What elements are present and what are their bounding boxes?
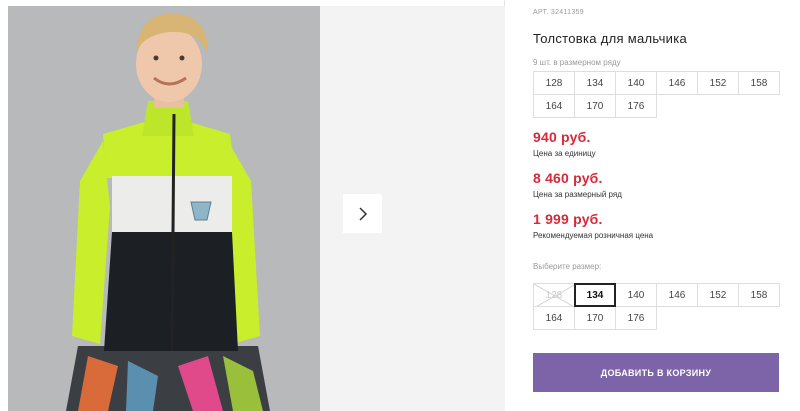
range-price-label: Цена за размерный ряд: [533, 190, 622, 199]
size-option[interactable]: 140: [615, 283, 657, 307]
size-option[interactable]: 146: [656, 283, 698, 307]
size-range-cell: 140: [615, 71, 657, 95]
size-range-cell: 128: [533, 71, 575, 95]
gallery-next-button[interactable]: [343, 194, 382, 233]
size-selector-row: 164 170 176: [533, 306, 785, 331]
size-range-cell: 176: [615, 94, 657, 118]
size-selector-row: 128 134 140 146 152 158: [533, 283, 785, 308]
size-range-cell: 170: [574, 94, 616, 118]
retail-price: 1 999 руб.: [533, 211, 603, 227]
boy-in-fleece-jacket-image: [8, 6, 320, 411]
size-range-cell: 146: [656, 71, 698, 95]
size-option[interactable]: 164: [533, 306, 575, 330]
choose-size-label: Выберите размер:: [533, 262, 602, 271]
size-range-row: 128 134 140 146 152 158: [533, 71, 785, 95]
range-price: 8 460 руб.: [533, 170, 603, 186]
retail-price-label: Рекомендуемая розничная цена: [533, 231, 654, 240]
chevron-right-icon: [358, 206, 367, 221]
product-gallery: [0, 0, 505, 411]
size-option-disabled: 128: [533, 283, 576, 308]
article-number: АРТ. 32411359: [533, 9, 584, 16]
product-title: Толстовка для мальчика: [533, 31, 688, 46]
size-option-selected[interactable]: 134: [574, 283, 616, 307]
size-option[interactable]: 158: [738, 283, 780, 307]
size-range-cell: 164: [533, 94, 575, 118]
size-range-cell: 158: [738, 71, 780, 95]
unavailable-cross-icon: [534, 284, 576, 308]
size-range-cell: 152: [697, 71, 739, 95]
size-range-row: 164 170 176: [533, 94, 785, 119]
size-range-grid: 128 134 140 146 152 158 164 170 176: [533, 71, 785, 119]
size-selector: 128 134 140 146 152 158 164 170 176: [533, 283, 785, 331]
add-to-cart-button[interactable]: ДОБАВИТЬ В КОРЗИНУ: [533, 353, 779, 392]
size-option[interactable]: 152: [697, 283, 739, 307]
unit-price: 940 руб.: [533, 129, 591, 145]
size-range-note: 9 шт. в размерном ряду: [533, 58, 621, 67]
unit-price-label: Цена за единицу: [533, 149, 596, 158]
size-range-cell: 134: [574, 71, 616, 95]
product-photo[interactable]: [8, 6, 320, 411]
size-option[interactable]: 170: [574, 306, 616, 330]
size-option[interactable]: 176: [615, 306, 657, 330]
